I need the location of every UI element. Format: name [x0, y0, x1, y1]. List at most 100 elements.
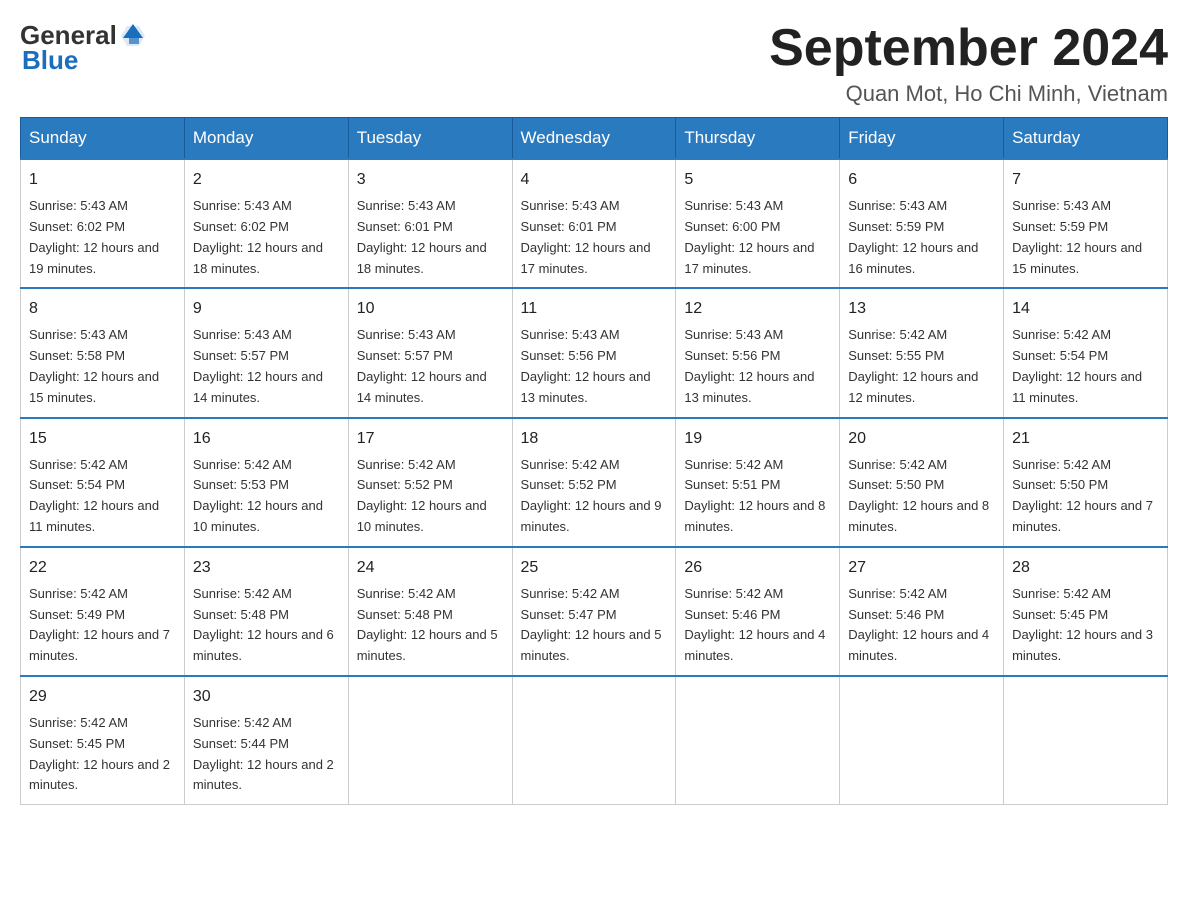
day-number: 23	[193, 556, 340, 580]
calendar-cell: 4 Sunrise: 5:43 AMSunset: 6:01 PMDaylight…	[512, 159, 676, 288]
calendar-week-1: 1 Sunrise: 5:43 AMSunset: 6:02 PMDaylight…	[21, 159, 1168, 288]
header-saturday: Saturday	[1004, 118, 1168, 160]
day-info: Sunrise: 5:42 AMSunset: 5:49 PMDaylight:…	[29, 586, 170, 663]
calendar-cell: 7 Sunrise: 5:43 AMSunset: 5:59 PMDaylight…	[1004, 159, 1168, 288]
day-info: Sunrise: 5:43 AMSunset: 5:58 PMDaylight:…	[29, 327, 159, 404]
calendar-cell: 5 Sunrise: 5:43 AMSunset: 6:00 PMDaylight…	[676, 159, 840, 288]
calendar-subtitle: Quan Mot, Ho Chi Minh, Vietnam	[769, 81, 1168, 107]
calendar-cell: 1 Sunrise: 5:43 AMSunset: 6:02 PMDaylight…	[21, 159, 185, 288]
header-friday: Friday	[840, 118, 1004, 160]
day-number: 6	[848, 168, 995, 192]
day-info: Sunrise: 5:42 AMSunset: 5:45 PMDaylight:…	[1012, 586, 1153, 663]
calendar-cell: 27Sunrise: 5:42 AMSunset: 5:46 PMDayligh…	[840, 547, 1004, 676]
calendar-cell: 25Sunrise: 5:42 AMSunset: 5:47 PMDayligh…	[512, 547, 676, 676]
header-wednesday: Wednesday	[512, 118, 676, 160]
calendar-cell: 2Sunrise: 5:43 AMSunset: 6:02 PMDaylight…	[184, 159, 348, 288]
day-number: 24	[357, 556, 504, 580]
day-info: Sunrise: 5:43 AMSunset: 6:01 PMDaylight:…	[521, 198, 651, 275]
day-number: 22	[29, 556, 176, 580]
day-info: Sunrise: 5:42 AMSunset: 5:47 PMDaylight:…	[521, 586, 662, 663]
day-info: Sunrise: 5:43 AMSunset: 5:59 PMDaylight:…	[848, 198, 978, 275]
calendar-cell: 13 Sunrise: 5:42 AMSunset: 5:55 PMDayligh…	[840, 288, 1004, 417]
day-number: 5	[684, 168, 831, 192]
day-number: 9	[193, 297, 340, 321]
day-info: Sunrise: 5:42 AMSunset: 5:52 PMDaylight:…	[357, 457, 487, 534]
calendar-week-4: 22 Sunrise: 5:42 AMSunset: 5:49 PMDayligh…	[21, 547, 1168, 676]
calendar-cell	[1004, 676, 1168, 805]
calendar-week-3: 15Sunrise: 5:42 AMSunset: 5:54 PMDayligh…	[21, 418, 1168, 547]
day-info: Sunrise: 5:43 AMSunset: 6:02 PMDaylight:…	[29, 198, 159, 275]
calendar-cell: 22 Sunrise: 5:42 AMSunset: 5:49 PMDayligh…	[21, 547, 185, 676]
day-number: 26	[684, 556, 831, 580]
calendar-cell	[512, 676, 676, 805]
day-number: 10	[357, 297, 504, 321]
calendar-cell: 14 Sunrise: 5:42 AMSunset: 5:54 PMDayligh…	[1004, 288, 1168, 417]
day-info: Sunrise: 5:43 AMSunset: 5:57 PMDaylight:…	[357, 327, 487, 404]
day-info: Sunrise: 5:42 AMSunset: 5:44 PMDaylight:…	[193, 715, 334, 792]
day-info: Sunrise: 5:42 AMSunset: 5:45 PMDaylight:…	[29, 715, 170, 792]
day-number: 17	[357, 427, 504, 451]
logo-blue-text: Blue	[22, 45, 78, 76]
day-number: 12	[684, 297, 831, 321]
logo-icon	[119, 22, 147, 50]
page-header: General Blue September 2024 Quan Mot, Ho…	[20, 20, 1168, 107]
day-number: 8	[29, 297, 176, 321]
calendar-cell: 18 Sunrise: 5:42 AMSunset: 5:52 PMDayligh…	[512, 418, 676, 547]
day-number: 13	[848, 297, 995, 321]
logo: General Blue	[20, 20, 147, 76]
day-info: Sunrise: 5:42 AMSunset: 5:52 PMDaylight:…	[521, 457, 662, 534]
day-info: Sunrise: 5:43 AMSunset: 5:56 PMDaylight:…	[521, 327, 651, 404]
day-number: 20	[848, 427, 995, 451]
calendar-cell: 28 Sunrise: 5:42 AMSunset: 5:45 PMDayligh…	[1004, 547, 1168, 676]
calendar-cell: 9 Sunrise: 5:43 AMSunset: 5:57 PMDaylight…	[184, 288, 348, 417]
day-info: Sunrise: 5:42 AMSunset: 5:50 PMDaylight:…	[848, 457, 989, 534]
calendar-cell: 19 Sunrise: 5:42 AMSunset: 5:51 PMDayligh…	[676, 418, 840, 547]
day-number: 19	[684, 427, 831, 451]
calendar-title: September 2024	[769, 20, 1168, 77]
day-number: 18	[521, 427, 668, 451]
calendar-cell: 26 Sunrise: 5:42 AMSunset: 5:46 PMDayligh…	[676, 547, 840, 676]
calendar-week-5: 29Sunrise: 5:42 AMSunset: 5:45 PMDayligh…	[21, 676, 1168, 805]
calendar-cell: 20 Sunrise: 5:42 AMSunset: 5:50 PMDayligh…	[840, 418, 1004, 547]
day-number: 2	[193, 168, 340, 192]
day-number: 14	[1012, 297, 1159, 321]
day-info: Sunrise: 5:42 AMSunset: 5:55 PMDaylight:…	[848, 327, 978, 404]
day-number: 16	[193, 427, 340, 451]
day-number: 7	[1012, 168, 1159, 192]
day-info: Sunrise: 5:42 AMSunset: 5:46 PMDaylight:…	[684, 586, 825, 663]
calendar-cell: 30 Sunrise: 5:42 AMSunset: 5:44 PMDayligh…	[184, 676, 348, 805]
calendar-cell	[348, 676, 512, 805]
day-number: 28	[1012, 556, 1159, 580]
day-info: Sunrise: 5:42 AMSunset: 5:54 PMDaylight:…	[1012, 327, 1142, 404]
header-sunday: Sunday	[21, 118, 185, 160]
title-section: September 2024 Quan Mot, Ho Chi Minh, Vi…	[769, 20, 1168, 107]
calendar-cell: 24 Sunrise: 5:42 AMSunset: 5:48 PMDayligh…	[348, 547, 512, 676]
day-number: 21	[1012, 427, 1159, 451]
day-number: 4	[521, 168, 668, 192]
day-info: Sunrise: 5:43 AMSunset: 6:00 PMDaylight:…	[684, 198, 814, 275]
calendar-cell	[840, 676, 1004, 805]
day-number: 30	[193, 685, 340, 709]
calendar-cell: 29Sunrise: 5:42 AMSunset: 5:45 PMDayligh…	[21, 676, 185, 805]
calendar-cell: 16Sunrise: 5:42 AMSunset: 5:53 PMDayligh…	[184, 418, 348, 547]
day-info: Sunrise: 5:43 AMSunset: 5:56 PMDaylight:…	[684, 327, 814, 404]
calendar-cell	[676, 676, 840, 805]
weekday-header-row: Sunday Monday Tuesday Wednesday Thursday…	[21, 118, 1168, 160]
calendar-cell: 3Sunrise: 5:43 AMSunset: 6:01 PMDaylight…	[348, 159, 512, 288]
day-info: Sunrise: 5:42 AMSunset: 5:54 PMDaylight:…	[29, 457, 159, 534]
calendar-cell: 11Sunrise: 5:43 AMSunset: 5:56 PMDayligh…	[512, 288, 676, 417]
day-info: Sunrise: 5:42 AMSunset: 5:48 PMDaylight:…	[357, 586, 498, 663]
calendar-cell: 21Sunrise: 5:42 AMSunset: 5:50 PMDayligh…	[1004, 418, 1168, 547]
day-info: Sunrise: 5:43 AMSunset: 6:01 PMDaylight:…	[357, 198, 487, 275]
calendar-cell: 10 Sunrise: 5:43 AMSunset: 5:57 PMDayligh…	[348, 288, 512, 417]
calendar-cell: 6 Sunrise: 5:43 AMSunset: 5:59 PMDaylight…	[840, 159, 1004, 288]
day-info: Sunrise: 5:43 AMSunset: 5:59 PMDaylight:…	[1012, 198, 1142, 275]
day-info: Sunrise: 5:43 AMSunset: 5:57 PMDaylight:…	[193, 327, 323, 404]
day-info: Sunrise: 5:42 AMSunset: 5:51 PMDaylight:…	[684, 457, 825, 534]
calendar-week-2: 8 Sunrise: 5:43 AMSunset: 5:58 PMDaylight…	[21, 288, 1168, 417]
calendar-cell: 15Sunrise: 5:42 AMSunset: 5:54 PMDayligh…	[21, 418, 185, 547]
day-number: 1	[29, 168, 176, 192]
header-monday: Monday	[184, 118, 348, 160]
calendar-cell: 23Sunrise: 5:42 AMSunset: 5:48 PMDayligh…	[184, 547, 348, 676]
header-thursday: Thursday	[676, 118, 840, 160]
